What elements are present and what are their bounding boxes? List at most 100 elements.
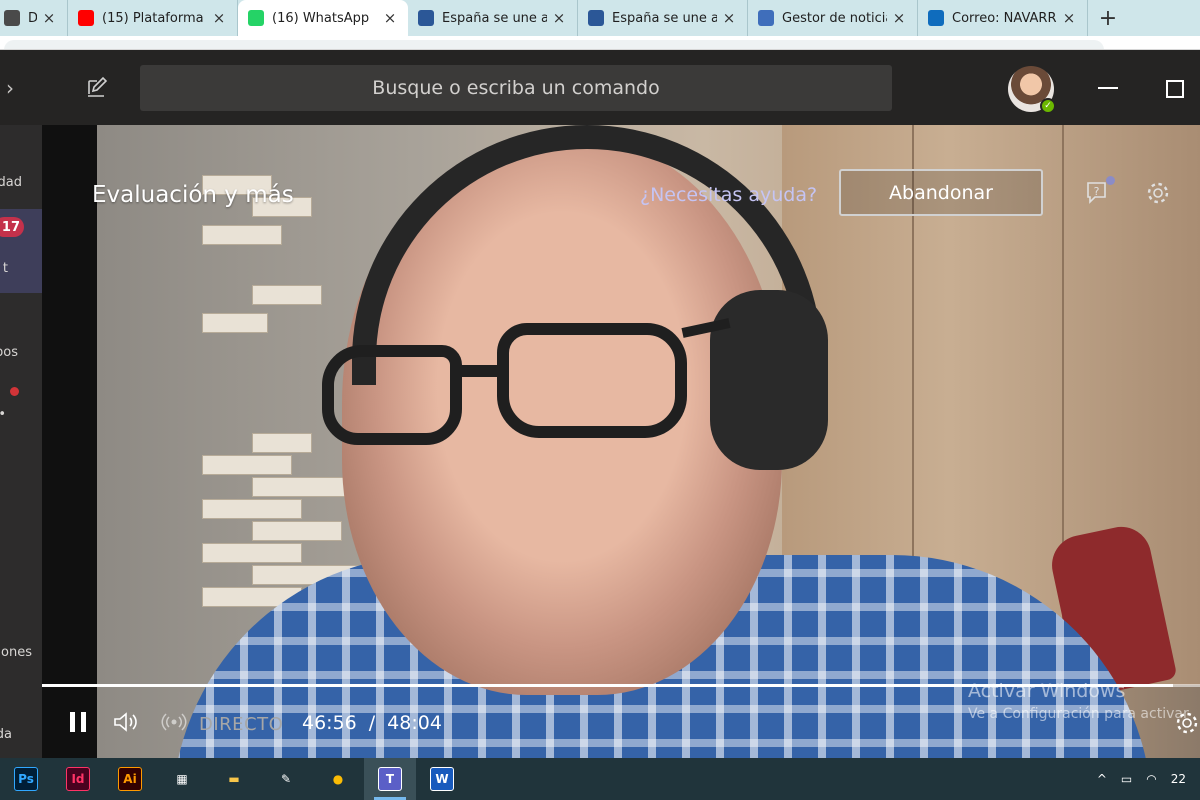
help-link[interactable]: ¿Necesitas ayuda? xyxy=(640,184,817,206)
p-icon xyxy=(588,10,604,26)
browser-address-bar[interactable] xyxy=(0,36,1200,50)
browser-tab[interactable]: España se une a la× xyxy=(578,0,748,36)
notification-dot xyxy=(1106,176,1115,185)
glasses-left-lens xyxy=(322,345,462,445)
playback-time: 46:56 / 48:04 xyxy=(302,712,442,734)
browser-tab-title: España se une a la xyxy=(442,10,547,26)
status-available-icon: ✓ xyxy=(1040,98,1056,114)
photoshop-icon: Ps xyxy=(14,767,38,791)
taskbar-app-indesign[interactable]: Id xyxy=(52,758,104,800)
browser-tab[interactable]: Docur × xyxy=(0,0,68,36)
browser-tab[interactable]: Correo: NAVARRO × xyxy=(918,0,1088,36)
rail-item-help[interactable]: da xyxy=(0,695,42,755)
browser-tab[interactable]: España se une a la× xyxy=(408,0,578,36)
close-tab-icon[interactable]: × xyxy=(211,9,227,27)
windows-taskbar: Ps Id Ai ▦ ▬ ✎ ● T W ^ ▭ ◠ 22 xyxy=(0,758,1200,800)
book xyxy=(202,455,292,475)
glasses-bridge xyxy=(457,365,502,377)
taskbar-app-paint[interactable]: ✎ xyxy=(260,758,312,800)
network-icon[interactable]: ▭ xyxy=(1121,772,1132,786)
windows-activation-watermark: Activar Windows Ve a Configuración para … xyxy=(968,680,1189,722)
video-stage[interactable] xyxy=(42,125,1200,758)
book xyxy=(252,285,322,305)
close-tab-icon[interactable]: × xyxy=(721,9,737,27)
taskbar-app-file-explorer[interactable]: ▬ xyxy=(208,758,260,800)
browser-tab-title: Docur xyxy=(28,11,37,26)
book xyxy=(202,499,302,519)
close-tab-icon[interactable]: × xyxy=(891,9,907,27)
teams-top-bar: › Busque o escriba un comando ✓ xyxy=(0,50,1200,125)
paint-icon: ✎ xyxy=(280,772,292,786)
close-tab-icon[interactable]: × xyxy=(1061,9,1077,27)
live-label: DIRECTO xyxy=(199,714,284,735)
close-tab-icon[interactable]: × xyxy=(41,9,57,27)
browser-tab-title: España se une a la xyxy=(612,10,717,26)
close-tab-icon[interactable]: × xyxy=(382,9,398,27)
live-broadcast-icon xyxy=(161,713,187,731)
file-explorer-icon: ▬ xyxy=(228,772,240,786)
rail-item-more[interactable]: • xyxy=(0,397,42,427)
book xyxy=(252,433,312,453)
browser-tab-title: (15) Plataforma pa xyxy=(102,10,207,26)
teams-left-rail: dad t 17 pos • iones da xyxy=(0,125,42,758)
browser-tab-title: (16) WhatsApp xyxy=(272,10,370,26)
browser-tab-title: Gestor de noticias xyxy=(782,10,887,26)
rail-item-teams[interactable]: pos xyxy=(0,315,42,375)
rail-item-apps[interactable]: iones xyxy=(0,615,42,675)
browser-tab[interactable]: (16) WhatsApp × xyxy=(238,0,408,36)
book xyxy=(252,521,342,541)
total-time: 48:04 xyxy=(387,712,442,734)
current-time: 46:56 xyxy=(302,712,357,734)
teams-icon: T xyxy=(378,767,402,791)
minimize-window-button[interactable] xyxy=(1098,87,1118,89)
taskbar-app-calculator[interactable]: ▦ xyxy=(156,758,208,800)
gear-icon[interactable] xyxy=(1145,180,1171,206)
unread-badge: 17 xyxy=(0,217,24,237)
browser-tab[interactable]: (15) Plataforma pa× xyxy=(68,0,238,36)
time-separator: / xyxy=(368,712,376,734)
book xyxy=(252,477,352,497)
chrome-icon: ● xyxy=(332,772,344,786)
calculator-icon: ▦ xyxy=(176,772,188,786)
chevron-right-icon[interactable]: › xyxy=(6,76,14,100)
taskbar-app-word[interactable]: W xyxy=(416,758,468,800)
chevron-up-icon[interactable]: ^ xyxy=(1097,772,1107,786)
leave-button[interactable]: Abandonar xyxy=(839,169,1043,216)
browser-tab[interactable]: Gestor de noticias× xyxy=(748,0,918,36)
book xyxy=(202,313,268,333)
browser-tab-strip: Docur×(15) Plataforma pa×(16) WhatsApp×E… xyxy=(0,0,1200,36)
meeting-title: Evaluación y más xyxy=(92,182,294,208)
search-command-input[interactable]: Busque o escriba un comando xyxy=(140,65,892,111)
gear-icon xyxy=(758,10,774,26)
volume-icon[interactable] xyxy=(112,710,140,734)
whatsapp-icon xyxy=(248,10,264,26)
wifi-icon[interactable]: ◠ xyxy=(1146,772,1156,786)
taskbar-app-photoshop[interactable]: Ps xyxy=(0,758,52,800)
pause-button[interactable] xyxy=(70,712,88,732)
rail-item-activity[interactable]: dad xyxy=(0,145,42,205)
close-tab-icon[interactable]: × xyxy=(551,9,567,27)
headphone-earcup xyxy=(710,290,828,470)
taskbar-app-chrome[interactable]: ● xyxy=(312,758,364,800)
indesign-icon: Id xyxy=(66,767,90,791)
new-tab-button[interactable]: + xyxy=(1088,0,1128,36)
maximize-window-button[interactable] xyxy=(1166,80,1184,98)
book xyxy=(202,225,282,245)
avatar[interactable]: ✓ xyxy=(1008,66,1056,114)
taskbar-app-teams[interactable]: T xyxy=(364,758,416,800)
notification-dot xyxy=(10,387,19,396)
youtube-icon xyxy=(78,10,94,26)
svg-text:?: ? xyxy=(1094,185,1100,198)
illustrator-icon: Ai xyxy=(118,767,142,791)
taskbar-app-illustrator[interactable]: Ai xyxy=(104,758,156,800)
screen: Docur×(15) Plataforma pa×(16) WhatsApp×E… xyxy=(0,0,1200,800)
word-icon: W xyxy=(430,767,454,791)
clock[interactable]: 22 xyxy=(1171,772,1186,786)
document-icon xyxy=(4,10,20,26)
system-tray: ^ ▭ ◠ 22 xyxy=(1097,758,1200,800)
outlook-icon xyxy=(928,10,944,26)
compose-icon[interactable] xyxy=(84,76,108,100)
glasses-right-lens xyxy=(497,323,687,438)
p-icon xyxy=(418,10,434,26)
book xyxy=(202,543,302,563)
